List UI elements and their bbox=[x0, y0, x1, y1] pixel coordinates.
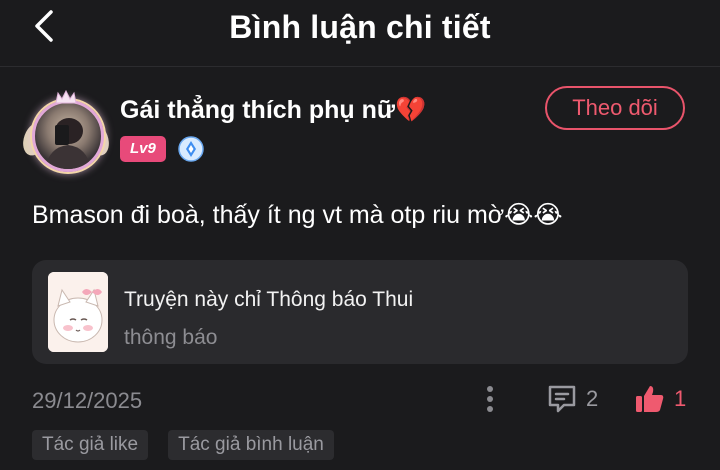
quoted-post-thumbnail bbox=[48, 272, 108, 352]
avatar-image bbox=[32, 100, 104, 172]
comment-text: Bmason đi boà, thấy ít ng vt mà otp riu … bbox=[32, 201, 563, 229]
follow-button[interactable]: Theo dõi bbox=[545, 86, 685, 130]
tag-author-liked: Tác giả like bbox=[32, 430, 149, 460]
comment-icon bbox=[548, 385, 576, 413]
reply-count: 2 bbox=[586, 386, 599, 411]
like-count: 1 bbox=[674, 386, 687, 411]
vip-diamond-icon bbox=[178, 136, 204, 162]
page-title: Bình luận chi tiết bbox=[229, 9, 491, 45]
top-bar: Bình luận chi tiết bbox=[0, 0, 720, 67]
quoted-post-title: Truyện này chỉ Thông báo Thui bbox=[124, 288, 414, 311]
comment-tags: Tác giả like Tác giả bình luận bbox=[32, 430, 334, 460]
author-badges: Lv9 bbox=[120, 136, 204, 162]
quoted-post-subtitle: thông báo bbox=[124, 326, 218, 349]
avatar[interactable] bbox=[18, 90, 114, 172]
comment-date: 29/12/2025 bbox=[32, 388, 143, 413]
more-options-button[interactable] bbox=[478, 382, 502, 416]
avatar-frame-crown bbox=[55, 90, 77, 104]
author-name[interactable]: Gái thẳng thích phụ nữ💔 bbox=[120, 96, 426, 125]
quoted-post-card[interactable]: Truyện này chỉ Thông báo Thui thông báo bbox=[32, 260, 688, 364]
more-vertical-icon bbox=[487, 386, 493, 412]
tag-author-commented: Tác giả bình luận bbox=[168, 430, 334, 460]
thumbs-up-icon bbox=[636, 386, 664, 412]
reply-button[interactable]: 2 bbox=[546, 383, 598, 415]
level-badge: Lv9 bbox=[120, 136, 166, 162]
like-button[interactable]: 1 bbox=[634, 383, 686, 415]
